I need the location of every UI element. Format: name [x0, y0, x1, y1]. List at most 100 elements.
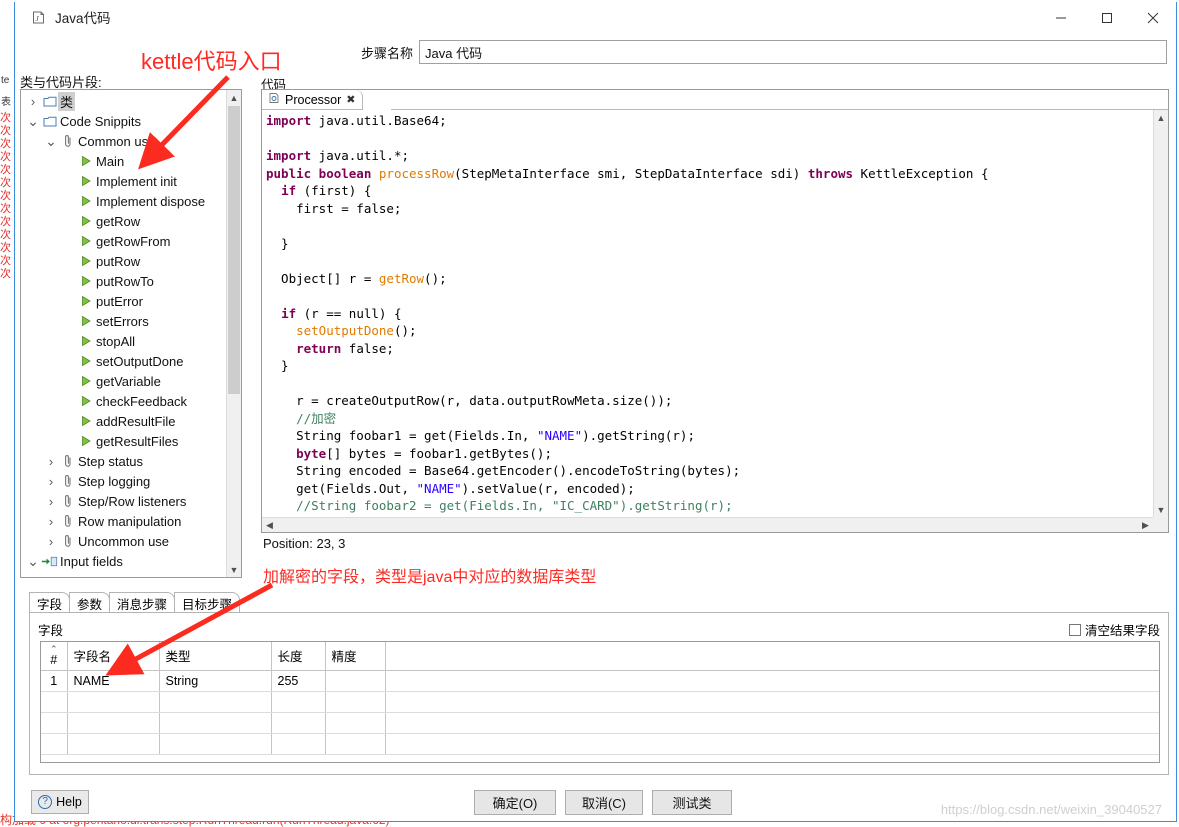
table-cell[interactable]	[67, 733, 159, 754]
tree-item-getresultfiles[interactable]: getResultFiles	[21, 431, 226, 451]
table-row[interactable]	[41, 733, 1159, 754]
table-cell[interactable]	[271, 691, 325, 712]
table-cell[interactable]: 255	[271, 670, 325, 691]
code-scroll-up-arrow[interactable]: ▲	[1154, 110, 1168, 125]
table-cell[interactable]	[325, 670, 385, 691]
tree-item-code-snippits[interactable]: ⌄Code Snippits	[21, 111, 226, 131]
table-row[interactable]	[41, 712, 1159, 733]
table-cell[interactable]: String	[159, 670, 271, 691]
table-cell[interactable]	[385, 712, 1159, 733]
column-header-4[interactable]: 精度	[325, 642, 385, 670]
table-cell[interactable]	[325, 691, 385, 712]
chevron-right-icon[interactable]: ›	[43, 534, 59, 549]
tree-item-main[interactable]: Main	[21, 151, 226, 171]
table-cell[interactable]	[159, 733, 271, 754]
fields-tab-2[interactable]: 消息步骤	[109, 592, 175, 613]
sort-caret-icon[interactable]: ⌃	[43, 645, 65, 653]
fields-tab-bar[interactable]: 字段参数消息步骤目标步骤	[29, 592, 239, 613]
table-row[interactable]	[41, 691, 1159, 712]
fields-tab-0[interactable]: 字段	[29, 592, 70, 613]
tree-item-seterrors[interactable]: setErrors	[21, 311, 226, 331]
fields-tab-3[interactable]: 目标步骤	[174, 592, 240, 613]
table-cell[interactable]	[325, 733, 385, 754]
tree-item-putrow[interactable]: putRow	[21, 251, 226, 271]
column-header-2[interactable]: 类型	[159, 642, 271, 670]
table-body[interactable]: 1NAMEString255	[41, 670, 1159, 754]
tree-item-common-use[interactable]: ⌄Common use	[21, 131, 226, 151]
tree-list[interactable]: ›类⌄Code Snippits⌄Common useMainImplement…	[21, 90, 226, 577]
table-cell[interactable]	[325, 712, 385, 733]
tree-item-checkfeedback[interactable]: checkFeedback	[21, 391, 226, 411]
tree-item-step-status[interactable]: ›Step status	[21, 451, 226, 471]
table-cell[interactable]	[159, 712, 271, 733]
table-cell[interactable]	[385, 670, 1159, 691]
code-scroll-right-arrow[interactable]: ▶	[1138, 520, 1153, 531]
tree-item-uncommon-use[interactable]: ›Uncommon use	[21, 531, 226, 551]
tree-item-stopall[interactable]: stopAll	[21, 331, 226, 351]
tab-processor[interactable]: Processor ✖	[262, 90, 363, 110]
code-vertical-scrollbar[interactable]: ▲ ▼	[1153, 110, 1168, 517]
tree-item-getrow[interactable]: getRow	[21, 211, 226, 231]
column-header-3[interactable]: 长度	[271, 642, 325, 670]
tree-item-setoutputdone[interactable]: setOutputDone	[21, 351, 226, 371]
fields-grid[interactable]: ⌃#字段名类型长度精度 1NAMEString255	[40, 641, 1160, 763]
clear-result-fields-checkbox[interactable]: 清空结果字段	[1069, 620, 1160, 639]
table-cell[interactable]: 1	[41, 670, 67, 691]
chevron-down-icon[interactable]: ⌄	[25, 557, 41, 565]
chevron-right-icon[interactable]: ›	[43, 454, 59, 469]
tree-item-implement-init[interactable]: Implement init	[21, 171, 226, 191]
table-cell[interactable]	[41, 712, 67, 733]
table-cell[interactable]	[385, 733, 1159, 754]
chevron-down-icon[interactable]: ⌄	[25, 117, 41, 125]
column-header-1[interactable]: 字段名	[67, 642, 159, 670]
scroll-down-arrow[interactable]: ▼	[227, 562, 241, 577]
code-text-area[interactable]: import java.util.Base64; import java.uti…	[262, 110, 1168, 532]
step-name-input[interactable]	[419, 40, 1167, 64]
column-header-5[interactable]	[385, 642, 1159, 670]
tree-vertical-scrollbar[interactable]: ▲ ▼	[226, 90, 241, 577]
chevron-down-icon[interactable]: ⌄	[43, 137, 59, 145]
code-editor-panel[interactable]: Processor ✖ import java.util.Base64; imp…	[261, 89, 1169, 533]
source-code[interactable]: import java.util.Base64; import java.uti…	[266, 112, 989, 532]
code-scroll-down-arrow[interactable]: ▼	[1154, 502, 1168, 517]
table-cell[interactable]	[67, 712, 159, 733]
column-header-0[interactable]: ⌃#	[41, 642, 67, 670]
ok-button[interactable]: 确定(O)	[474, 790, 556, 815]
minimize-button[interactable]	[1038, 2, 1084, 33]
tree-item-putrowto[interactable]: putRowTo	[21, 271, 226, 291]
tree-item-implement-dispose[interactable]: Implement dispose	[21, 191, 226, 211]
table-row[interactable]: 1NAMEString255	[41, 670, 1159, 691]
tree-item-getvariable[interactable]: getVariable	[21, 371, 226, 391]
scroll-up-arrow[interactable]: ▲	[227, 90, 241, 105]
table-cell[interactable]	[41, 691, 67, 712]
test-class-button[interactable]: 测试类	[652, 790, 732, 815]
table-cell[interactable]	[385, 691, 1159, 712]
tree-item-step-logging[interactable]: ›Step logging	[21, 471, 226, 491]
scroll-thumb[interactable]	[228, 106, 240, 394]
checkbox-box[interactable]	[1069, 624, 1081, 636]
table-cell[interactable]	[67, 691, 159, 712]
close-button[interactable]	[1130, 2, 1176, 33]
table-cell[interactable]	[271, 733, 325, 754]
cancel-button[interactable]: 取消(C)	[565, 790, 643, 815]
tab-close-icon[interactable]: ✖	[346, 93, 355, 106]
tree-item-puterror[interactable]: putError	[21, 291, 226, 311]
tree-item-input-fields[interactable]: ⌄Input fields	[21, 551, 226, 571]
chevron-right-icon[interactable]: ›	[25, 94, 41, 109]
table-cell[interactable]: NAME	[67, 670, 159, 691]
code-scroll-left-arrow[interactable]: ◀	[262, 520, 277, 531]
code-horizontal-scrollbar[interactable]: ◀ ▶	[262, 517, 1153, 532]
tree-item-getrowfrom[interactable]: getRowFrom	[21, 231, 226, 251]
table-cell[interactable]	[271, 712, 325, 733]
help-button[interactable]: ? Help	[31, 790, 89, 814]
class-snippets-tree-panel[interactable]: ›类⌄Code Snippits⌄Common useMainImplement…	[20, 89, 242, 578]
chevron-right-icon[interactable]: ›	[43, 514, 59, 529]
table-cell[interactable]	[41, 733, 67, 754]
tree-item-row-manipulation[interactable]: ›Row manipulation	[21, 511, 226, 531]
tree-item-step-row-listeners[interactable]: ›Step/Row listeners	[21, 491, 226, 511]
table-cell[interactable]	[159, 691, 271, 712]
chevron-right-icon[interactable]: ›	[43, 494, 59, 509]
maximize-button[interactable]	[1084, 2, 1130, 33]
tree-item-addresultfile[interactable]: addResultFile	[21, 411, 226, 431]
fields-tab-1[interactable]: 参数	[69, 592, 110, 613]
